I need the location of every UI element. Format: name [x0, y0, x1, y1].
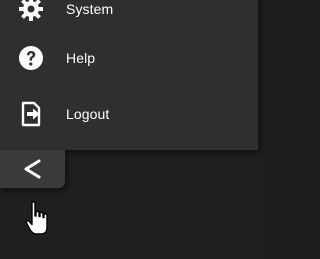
menu-item-logout[interactable]: Logout: [0, 92, 258, 136]
hand-pointer-cursor-icon: [25, 200, 51, 240]
app-stage: System Help Logout: [0, 0, 267, 259]
help-circle-icon: [17, 44, 45, 72]
menu-item-label: Logout: [66, 106, 110, 122]
gear-icon: [17, 0, 45, 23]
menu-item-label: System: [66, 1, 114, 17]
chevron-left-icon: [20, 158, 44, 185]
side-menu-panel: System Help Logout: [0, 0, 258, 150]
collapse-sidebar-button[interactable]: [0, 150, 65, 188]
menu-item-label: Help: [66, 50, 96, 66]
logout-icon: [17, 100, 45, 128]
menu-item-system[interactable]: System: [0, 0, 258, 31]
menu-item-help[interactable]: Help: [0, 36, 258, 80]
